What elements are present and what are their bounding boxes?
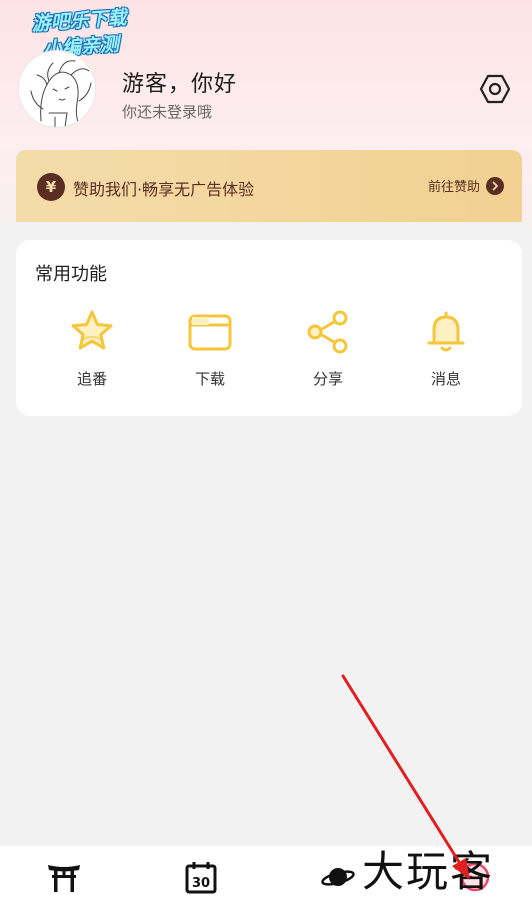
feature-label: 消息 [430, 370, 461, 388]
folder-icon [184, 306, 236, 358]
sponsor-banner[interactable]: ¥ 赞助我们·畅享无广告体验 前往赞助 [16, 150, 522, 230]
planet-icon [321, 868, 355, 886]
features-card-title: 常用功能 [35, 264, 107, 285]
site-watermark: 游吧乐下载 小编亲测 [30, 6, 128, 61]
chevron-right-icon [486, 176, 504, 195]
nav-home[interactable] [44, 860, 84, 894]
settings-button[interactable] [476, 70, 514, 108]
feature-label: 分享 [312, 370, 343, 388]
sponsor-link[interactable]: 前往赞助 [428, 176, 504, 195]
sponsor-link-label: 前往赞助 [427, 180, 480, 195]
feature-label: 追番 [76, 370, 107, 388]
feature-follow[interactable]: 追番 [33, 306, 151, 396]
share-icon [302, 306, 354, 358]
bell-icon [420, 306, 472, 358]
features-grid: 追番 下载 分享 消息 [16, 306, 522, 396]
nav-discover[interactable] [318, 860, 358, 894]
greeting-title[interactable]: 游客，你好 [122, 66, 237, 98]
feature-label: 下载 [194, 370, 225, 388]
gear-icon [479, 74, 511, 104]
nav-schedule[interactable]: 30 [181, 860, 221, 894]
star-icon [66, 306, 118, 358]
login-hint[interactable]: 你还未登录哦 [122, 101, 212, 122]
avatar[interactable] [18, 50, 96, 128]
torii-gate-icon [48, 865, 80, 892]
brand-watermark: 大玩客 [362, 847, 495, 896]
feature-download[interactable]: 下载 [151, 306, 269, 396]
avatar-illustration [30, 60, 92, 127]
feature-messages[interactable]: 消息 [387, 306, 505, 396]
calendar-day-text: 30 [192, 876, 210, 891]
calendar-icon: 30 [185, 862, 217, 894]
feature-share[interactable]: 分享 [269, 306, 387, 396]
sponsor-text: 赞助我们·畅享无广告体验 [73, 180, 255, 199]
yen-coin-icon: ¥ [37, 173, 65, 201]
features-card: 常用功能 追番 下载 分享 消息 [16, 240, 522, 416]
